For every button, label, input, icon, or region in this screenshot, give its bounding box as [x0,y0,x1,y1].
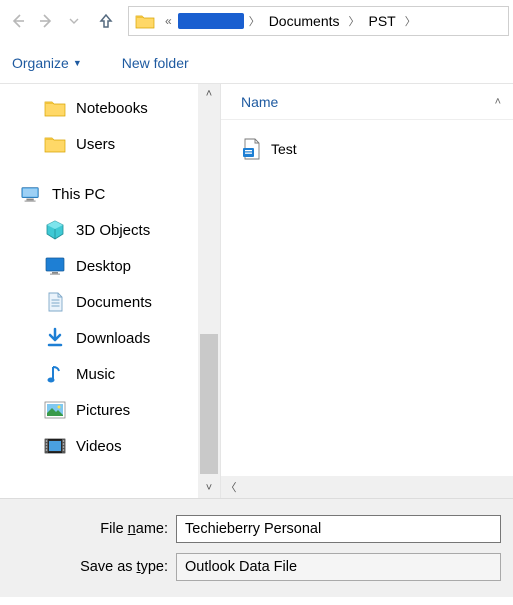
tree-label: Users [76,136,115,153]
file-name-input[interactable]: Techieberry Personal [176,515,501,543]
tree-label: This PC [52,186,105,203]
organize-label: Organize [12,55,69,71]
breadcrumb-pst[interactable]: PST [363,13,402,29]
chevron-right-icon[interactable]: 〉 [246,13,263,29]
tree-item-pictures[interactable]: Pictures [0,392,220,428]
scroll-down-icon[interactable]: ˅ [206,482,212,494]
breadcrumb-overflow[interactable]: « [161,14,176,28]
nav-tree: Notebooks Users This PC 3D Objects [0,84,220,498]
chevron-right-icon[interactable]: 〉 [402,13,419,29]
tree-label: Downloads [76,330,150,347]
scroll-thumb[interactable] [200,334,218,474]
save-type-value: Outlook Data File [185,559,297,575]
tree-label: Desktop [76,258,131,275]
file-list-pane: Name ˄ Test 〈 [221,84,513,498]
tree-label: Music [76,366,115,383]
tree-label: Documents [76,294,152,311]
tree-item-music[interactable]: Music [0,356,220,392]
column-header-name[interactable]: Name [241,94,278,110]
chevron-right-icon[interactable]: 〉 [346,13,363,29]
file-name-label: File name: [0,521,176,537]
organize-menu[interactable]: Organize ▼ [12,55,82,71]
tree-label: Pictures [76,402,130,419]
column-header-row: Name ˄ [221,84,513,120]
up-button[interactable] [92,7,120,35]
list-item-label: Test [271,141,297,157]
tree-label: 3D Objects [76,222,150,239]
pc-icon [20,183,42,205]
folder-icon [44,133,66,155]
tree-item-3d-objects[interactable]: 3D Objects [0,212,220,248]
tree-item-documents[interactable]: Documents [0,284,220,320]
caret-down-icon: ▼ [73,58,82,68]
sort-indicator-icon[interactable]: ˄ [495,96,513,108]
tree-item-downloads[interactable]: Downloads [0,320,220,356]
save-form: File name: Techieberry Personal Save as … [0,498,513,597]
breadcrumb-redacted [178,13,244,29]
forward-button[interactable] [32,7,60,35]
new-folder-button[interactable]: New folder [122,55,189,71]
new-folder-label: New folder [122,55,189,71]
toolbar: Organize ▼ New folder [0,42,513,84]
file-name-value: Techieberry Personal [185,521,321,537]
file-list: Test [221,120,513,164]
nav-bar: « 〉 Documents 〉 PST 〉 [0,0,513,42]
tree-label: Videos [76,438,122,455]
horizontal-scrollbar[interactable]: 〈 [221,476,513,498]
tree-scrollbar[interactable]: ˄ ˅ [198,84,220,498]
tree-item-desktop[interactable]: Desktop [0,248,220,284]
3d-objects-icon [44,219,66,241]
pictures-icon [44,399,66,421]
scroll-up-icon[interactable]: ˄ [206,88,212,100]
tree-item-notebooks[interactable]: Notebooks [0,90,220,126]
breadcrumb-documents[interactable]: Documents [263,13,346,29]
tree-item-this-pc[interactable]: This PC [0,176,220,212]
videos-icon [44,435,66,457]
save-type-combo[interactable]: Outlook Data File [176,553,501,581]
folder-icon [44,97,66,119]
tree-label: Notebooks [76,100,148,117]
scroll-left-icon[interactable]: 〈 [221,479,241,495]
history-dropdown[interactable] [60,7,88,35]
address-bar[interactable]: « 〉 Documents 〉 PST 〉 [128,6,509,36]
tree-item-videos[interactable]: Videos [0,428,220,464]
pst-file-icon [241,138,261,160]
downloads-icon [44,327,66,349]
save-type-label: Save as type: [0,559,176,575]
list-item[interactable]: Test [241,134,513,164]
music-icon [44,363,66,385]
main-split: Notebooks Users This PC 3D Objects [0,84,513,498]
folder-icon [135,13,155,29]
desktop-icon [44,255,66,277]
documents-icon [44,291,66,313]
tree-item-users[interactable]: Users [0,126,220,162]
back-button[interactable] [4,7,32,35]
